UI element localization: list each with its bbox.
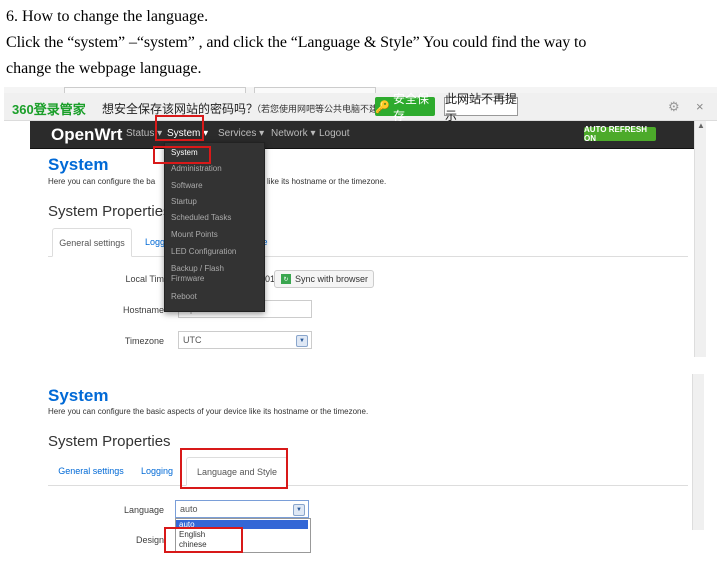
highlight-menu-system: [153, 146, 211, 164]
scrollbar[interactable]: [692, 374, 704, 530]
timezone-select[interactable]: UTC ▼: [178, 331, 312, 349]
page-description-left: Here you can configure the ba: [48, 177, 156, 186]
timezone-value: UTC: [183, 335, 202, 345]
menu-item-led-configuration[interactable]: LED Configuration: [171, 247, 236, 256]
openwrt-brand[interactable]: OpenWrt: [51, 125, 122, 145]
menu-item-scheduled-tasks[interactable]: Scheduled Tasks: [171, 213, 231, 222]
doc-instruction-line2: change the webpage language.: [6, 60, 202, 77]
menu-item-firmware[interactable]: Firmware: [171, 274, 204, 283]
auto-refresh-badge[interactable]: AUTO REFRESH ON: [584, 125, 656, 143]
menu-item-administration[interactable]: Administration: [171, 164, 222, 173]
no-prompt-button[interactable]: 此网站不再提示: [444, 92, 518, 123]
hostname-label: Hostname: [122, 305, 164, 315]
openwrt-navbar: OpenWrt Status ▾ System ▾ Services ▾ Net…: [30, 121, 694, 149]
highlight-language-options: [164, 527, 243, 553]
scroll-up-icon[interactable]: ▲: [697, 121, 705, 130]
nav-network[interactable]: Network ▾: [271, 128, 316, 139]
design-label: Design: [135, 535, 164, 545]
language-select[interactable]: auto ▼: [175, 500, 309, 518]
chevron-down-icon[interactable]: ▼: [296, 335, 308, 347]
tab-bar: General settings Logg e: [48, 228, 688, 257]
tab-general-settings[interactable]: General settings: [52, 228, 132, 257]
close-icon[interactable]: ×: [696, 99, 704, 114]
scrollbar[interactable]: ▲: [694, 121, 706, 357]
language-value: auto: [180, 504, 198, 514]
menu-item-mount-points[interactable]: Mount Points: [171, 230, 218, 239]
highlight-nav-system: [155, 115, 204, 141]
password-save-bar: 360登录管家 想安全保存该网站的密码吗？ （若您使用网吧等公共电脑不建议保存）…: [4, 92, 717, 123]
timezone-label: Timezone: [124, 336, 164, 346]
tab-logging[interactable]: Logging: [140, 457, 174, 484]
page-title: System: [48, 386, 109, 405]
doc-instruction-line1: Click the “system” –“system” , and click…: [6, 34, 587, 51]
screenshot-system-menu: 360登录管家 想安全保存该网站的密码吗？ （若您使用网吧等公共电脑不建议保存）…: [4, 87, 717, 359]
sync-button-label: Sync with browser: [295, 274, 369, 284]
page-description: Here you can configure the basic aspects…: [48, 407, 369, 416]
brand-360-logo: 360登录管家: [12, 102, 86, 117]
gear-icon[interactable]: ⚙: [668, 99, 680, 115]
system-properties-title: System Properties: [48, 433, 171, 450]
menu-item-backup-flash[interactable]: Backup / Flash: [171, 264, 224, 273]
page-description-right: like its hostname or the timezone.: [267, 177, 387, 186]
local-time-label: Local Tim: [125, 274, 164, 284]
highlight-language-tab: [180, 448, 288, 489]
nav-services[interactable]: Services ▾: [218, 128, 264, 139]
nav-logout[interactable]: Logout: [319, 128, 350, 139]
sync-browser-button[interactable]: ↻ Sync with browser: [274, 270, 374, 288]
menu-item-startup[interactable]: Startup: [171, 197, 197, 206]
safe-save-button[interactable]: 🔑 安全保存: [375, 92, 435, 123]
tab-general-settings[interactable]: General settings: [54, 457, 128, 484]
system-properties-title: System Properties: [48, 203, 171, 220]
menu-item-software[interactable]: Software: [171, 181, 203, 190]
safe-save-label: 安全保存: [392, 91, 429, 123]
menu-item-reboot[interactable]: Reboot: [171, 292, 197, 301]
sync-icon: ↻: [281, 274, 291, 284]
chevron-down-icon[interactable]: ▼: [293, 504, 305, 516]
doc-heading: 6. How to change the language.: [6, 8, 209, 25]
system-dropdown-menu: System Administration Software Startup S…: [164, 142, 265, 312]
page-title: System: [48, 155, 109, 174]
language-label: Language: [123, 505, 164, 515]
tab-bar: General settings Logging Language and St…: [48, 457, 688, 486]
key-icon: 🔑: [375, 99, 390, 114]
